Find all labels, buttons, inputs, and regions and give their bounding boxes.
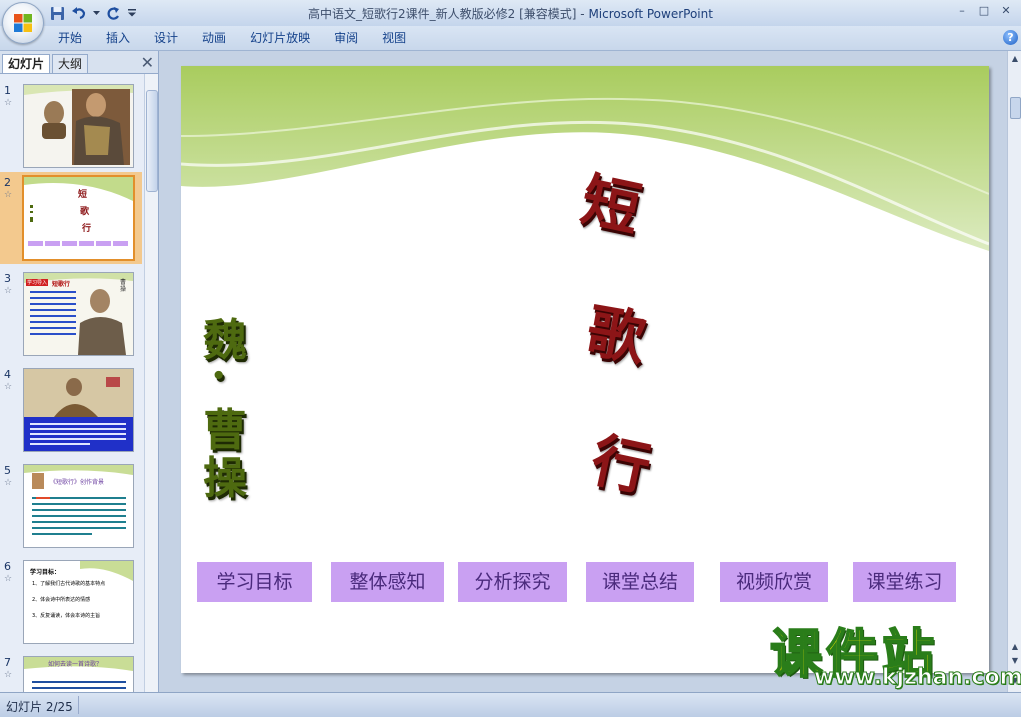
slide-scrollbar[interactable]: ▲ ▲ ▼ ▼ [1007,51,1021,692]
tab-view[interactable]: 视图 [370,30,418,46]
thumbnail-heading: 《短歌行》创作背景 [50,479,105,486]
animation-icon: ☆ [4,190,13,200]
video-button[interactable]: 视频欣赏 [720,562,828,602]
thumbnail-title-char: 短 [78,190,88,200]
slide-number: 5 [4,464,11,477]
thumbnail-side-title: 曹操 [120,279,127,293]
slide-thumbnail-6[interactable]: 6 ☆ 学习目标： 1、了解我们古代诗歌的基本特点 2、体会诗中所表达的情感 3… [0,556,142,648]
office-button[interactable] [2,2,44,44]
slide-number: 6 [4,560,11,573]
slide-thumbnail-3[interactable]: 3 ☆ 学习导入 短歌行 曹操 [0,268,142,360]
ribbon: 开始 插入 设计 动画 幻灯片放映 审阅 视图 ? [0,26,1021,51]
slide-number: 4 [4,368,11,381]
app-name: Microsoft PowerPoint [588,7,713,21]
watermark: 课件站 www.kjzhan.com [769,612,1021,692]
slides-panel: 幻灯片 大纲 ✕ 1 ☆ 2 ☆ 短 歌 行 3 ☆ 学习导入 短歌行 曹操 4… [0,51,159,692]
slide-thumbnail-2[interactable]: 2 ☆ 短 歌 行 [0,172,142,264]
animation-icon: ☆ [4,478,13,488]
scroll-up-icon[interactable]: ▲ [1009,53,1021,65]
slide-indicator: 幻灯片 2/25 [6,700,73,714]
tab-home[interactable]: 开始 [46,30,94,46]
tab-animations[interactable]: 动画 [190,30,238,46]
thumbnail-image: 《短歌行》创作背景 [23,464,134,548]
tab-insert[interactable]: 插入 [94,30,142,46]
thumbnail-line: 2、体会诗中所表达的情感 [32,597,91,603]
thumbnail-image [23,84,134,168]
status-bar: 幻灯片 2/25 [0,692,1021,717]
slide-number: 1 [4,84,11,97]
thumbnail-scrollbar[interactable] [144,74,158,692]
animation-icon: ☆ [4,574,13,584]
thumbnail-title-char: 行 [82,224,92,234]
slide-number: 7 [4,656,11,669]
thumbnail-badge: 学习导入 [26,279,49,286]
animation-icon: ☆ [4,98,13,108]
thumbnail-heading: 学习目标： [30,569,61,576]
thumbnail-heading: 如何去读一首诗歌？ [48,661,103,668]
thumbnail-list[interactable]: 1 ☆ 2 ☆ 短 歌 行 3 ☆ 学习导入 短歌行 曹操 4 ☆ 5 ☆ 《短… [0,74,142,692]
status-separator [78,696,79,714]
window-controls: – □ ✕ [951,2,1017,18]
thumbnail-image [23,368,134,452]
thumbnail-image: 学习导入 短歌行 曹操 [23,272,134,356]
title-separator: - [576,7,589,21]
window-title: 高中语文_短歌行2课件_新人教版必修2 [兼容模式] - Microsoft P… [0,5,1021,22]
overall-perception-button[interactable]: 整体感知 [331,562,444,602]
thumbnail-line: 1、了解我们古代诗歌的基本特点 [32,581,106,587]
thumbnail-image: 如何去读一首诗歌？ [23,656,134,692]
scroll-thumb[interactable] [146,90,158,192]
tab-outline[interactable]: 大纲 [52,54,89,73]
minimize-button[interactable]: – [951,2,973,18]
class-summary-button[interactable]: 课堂总结 [586,562,694,602]
close-panel-icon[interactable]: ✕ [141,53,154,72]
tab-review[interactable]: 审阅 [322,30,370,46]
thumbnail-title-char: 歌 [80,207,90,217]
analysis-button[interactable]: 分析探究 [458,562,567,602]
author-char[interactable]: 操 [203,442,247,506]
slide-number: 3 [4,272,11,285]
animation-icon: ☆ [4,670,13,680]
ribbon-tabs: 开始 插入 设计 动画 幻灯片放映 审阅 视图 [46,30,418,46]
maximize-button[interactable]: □ [973,2,995,18]
learning-goals-button[interactable]: 学习目标 [197,562,312,602]
slide-number: 2 [4,176,11,189]
exercise-button[interactable]: 课堂练习 [853,562,956,602]
office-logo-icon [14,14,32,32]
slide-canvas[interactable]: 短 歌 行 魏 · 曹 操 学习目标 整体感知 分析探究 课堂总结 视频欣赏 课… [181,66,989,673]
close-button[interactable]: ✕ [995,2,1017,18]
slide-thumbnail-7[interactable]: 7 ☆ 如何去读一首诗歌？ [0,652,142,692]
help-icon[interactable]: ? [1003,30,1018,45]
slide-thumbnail-5[interactable]: 5 ☆ 《短歌行》创作背景 [0,460,142,552]
tab-slides[interactable]: 幻灯片 [2,54,51,73]
animation-icon: ☆ [4,382,13,392]
prev-slide-icon[interactable]: ▲ [1009,641,1021,653]
slide-thumbnail-1[interactable]: 1 ☆ [0,80,142,172]
watermark-url: www.kjzhan.com [814,665,1021,691]
slide-thumbnail-4[interactable]: 4 ☆ [0,364,142,456]
panel-tabs: 幻灯片 大纲 ✕ [0,51,158,74]
thumbnail-image: 学习目标： 1、了解我们古代诗歌的基本特点 2、体会诗中所表达的情感 3、反复诵… [23,560,134,644]
scroll-thumb[interactable] [1010,97,1021,119]
animation-icon: ☆ [4,286,13,296]
thumbnail-heading: 短歌行 [52,281,71,288]
thumbnail-image: 短 歌 行 [22,175,135,261]
tab-design[interactable]: 设计 [142,30,190,46]
title-bar: 高中语文_短歌行2课件_新人教版必修2 [兼容模式] - Microsoft P… [0,0,1021,26]
document-name: 高中语文_短歌行2课件_新人教版必修2 [兼容模式] [308,7,577,21]
tab-slideshow[interactable]: 幻灯片放映 [238,30,322,46]
thumbnail-line: 3、反复诵读，体会本诗的主旨 [32,613,101,619]
